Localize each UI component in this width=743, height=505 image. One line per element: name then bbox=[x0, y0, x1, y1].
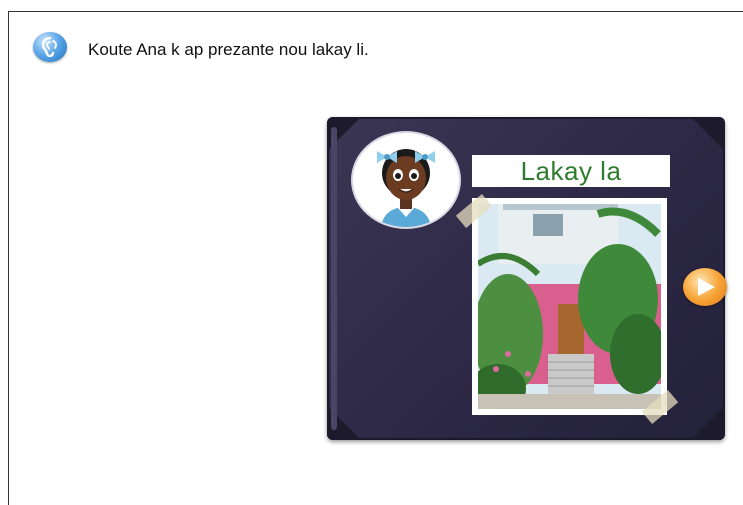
book-spine bbox=[331, 127, 337, 430]
ear-icon bbox=[41, 37, 57, 57]
book-corner bbox=[691, 117, 725, 151]
page-title-box: Lakay la bbox=[472, 155, 670, 187]
house-photo-illustration bbox=[478, 204, 661, 409]
audio-play-button[interactable] bbox=[33, 32, 67, 62]
narrator-avatar bbox=[353, 133, 459, 227]
next-page-button[interactable] bbox=[683, 268, 727, 306]
house-photo bbox=[478, 204, 661, 409]
book-corner bbox=[691, 406, 725, 440]
photo-book: Lakay la bbox=[327, 117, 725, 440]
page-title: Lakay la bbox=[520, 155, 622, 186]
house-photo-frame bbox=[472, 198, 667, 415]
instruction-text: Koute Ana k ap prezante nou lakay li. bbox=[88, 40, 369, 59]
play-arrow-icon bbox=[698, 278, 715, 296]
girl-avatar-illustration bbox=[377, 149, 435, 227]
